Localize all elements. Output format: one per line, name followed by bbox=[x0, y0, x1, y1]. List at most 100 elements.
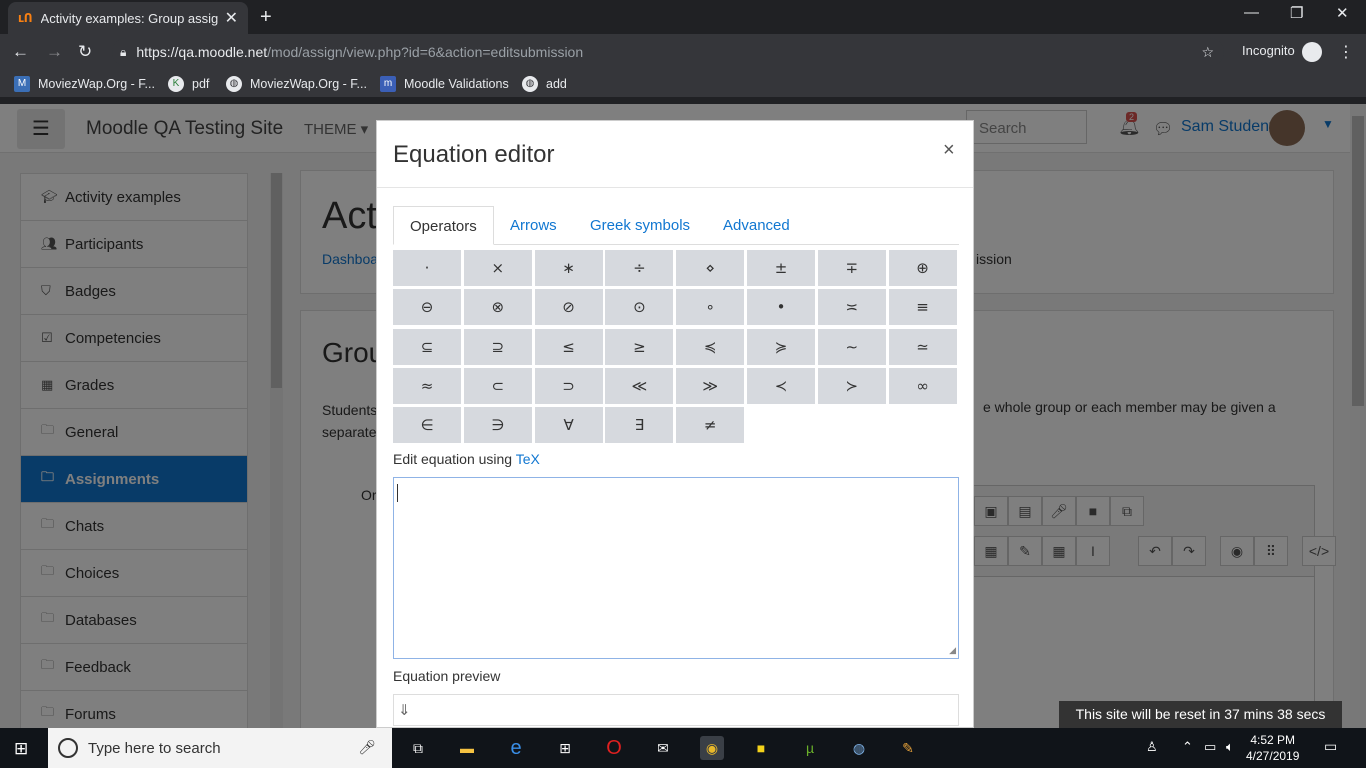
incognito-icon[interactable] bbox=[1302, 42, 1322, 62]
operator-button[interactable]: · bbox=[393, 250, 461, 286]
microphone-icon[interactable]: 🎤︎ bbox=[358, 739, 376, 756]
utorrent-icon[interactable]: µ bbox=[798, 736, 822, 760]
moviezwap-icon: M bbox=[14, 76, 30, 92]
operator-button[interactable]: ⊇ bbox=[463, 328, 532, 365]
tab-advanced[interactable]: Advanced bbox=[707, 206, 806, 245]
windows-start-icon[interactable]: ⊞ bbox=[14, 739, 28, 759]
operator-button[interactable]: ⊂ bbox=[463, 367, 532, 404]
operator-button[interactable]: ≡ bbox=[888, 289, 957, 326]
operator-button[interactable]: ÷ bbox=[605, 250, 674, 286]
globe-icon: ◍ bbox=[522, 76, 538, 92]
operator-button[interactable]: ⊙ bbox=[605, 289, 674, 326]
operator-button[interactable]: ≠ bbox=[676, 407, 745, 444]
bookmark-label: add bbox=[546, 77, 567, 91]
operator-button[interactable]: ≈ bbox=[393, 367, 461, 404]
operator-button[interactable]: ⋄ bbox=[676, 250, 745, 286]
operator-button[interactable]: ± bbox=[747, 250, 815, 286]
tray-chevron-icon[interactable]: ⌃ bbox=[1182, 739, 1193, 755]
operator-button[interactable]: ∋ bbox=[463, 407, 532, 444]
url-host: https://qa.moodle.net bbox=[136, 44, 268, 60]
moodle-favicon-icon: ւՈ bbox=[18, 11, 33, 25]
resize-handle-icon[interactable]: ◢ bbox=[949, 645, 956, 656]
operator-button[interactable]: ∼ bbox=[817, 328, 886, 365]
battery-icon[interactable]: ▭ bbox=[1204, 739, 1216, 755]
taskbar-search-input[interactable]: Type here to search 🎤︎ bbox=[48, 728, 392, 768]
operator-button[interactable]: ⊖ bbox=[393, 289, 461, 326]
tab-operators[interactable]: Operators bbox=[393, 206, 494, 245]
operator-button[interactable]: ⊆ bbox=[393, 328, 461, 365]
volume-icon[interactable]: 🔈︎ bbox=[1226, 739, 1234, 755]
operator-button[interactable]: ⊕ bbox=[888, 250, 957, 286]
minimize-icon[interactable]: — bbox=[1244, 4, 1259, 21]
bookmark-item[interactable]: ◍ MoviezWap.Org - F... bbox=[226, 76, 367, 92]
bookmark-label: pdf bbox=[192, 77, 210, 91]
tex-equation-textarea[interactable]: ◢ bbox=[393, 477, 959, 659]
operator-button[interactable]: ≥ bbox=[605, 328, 674, 365]
operator-button[interactable]: ≻ bbox=[817, 367, 886, 404]
window-close-icon[interactable]: ✕ bbox=[1336, 4, 1349, 22]
clock-date: 4/27/2019 bbox=[1246, 749, 1300, 763]
browser-menu-icon[interactable]: ⋮ bbox=[1338, 42, 1354, 62]
system-clock[interactable]: 4:52 PM 4/27/2019 bbox=[1246, 732, 1299, 764]
bookmark-label: Moodle Validations bbox=[404, 77, 509, 91]
operator-button[interactable]: ∘ bbox=[676, 289, 745, 326]
chrome-icon[interactable]: ◉ bbox=[700, 736, 724, 760]
operator-button[interactable]: ≼ bbox=[676, 328, 745, 365]
operator-button[interactable]: ≍ bbox=[817, 289, 886, 326]
operator-button[interactable]: ≪ bbox=[605, 367, 674, 404]
file-explorer-icon[interactable]: ▬ bbox=[455, 736, 479, 760]
operator-button[interactable]: ≤ bbox=[534, 328, 603, 365]
browser-tab[interactable]: ւՈ Activity examples: Group assignm ✕ bbox=[8, 2, 248, 34]
reload-icon[interactable]: ↻ bbox=[78, 42, 92, 62]
incognito-label: Incognito bbox=[1242, 43, 1295, 58]
address-bar: ← → ↻ 🔒︎ https://qa.moodle.net/mod/assig… bbox=[0, 34, 1366, 70]
app-icon[interactable]: ◍ bbox=[847, 736, 871, 760]
url-field[interactable]: 🔒︎ https://qa.moodle.net/mod/assign/view… bbox=[112, 38, 1224, 66]
operator-button[interactable]: ∓ bbox=[817, 250, 886, 286]
operator-button[interactable]: ∃ bbox=[605, 407, 674, 444]
bookmark-item[interactable]: Kpdf bbox=[168, 76, 209, 92]
tab-arrows[interactable]: Arrows bbox=[494, 206, 573, 245]
browser-tabbar: ւՈ Activity examples: Group assignm ✕ + … bbox=[0, 0, 1366, 34]
equation-editor-dialog: Equation editor × Operators Arrows Greek… bbox=[376, 120, 974, 728]
bookmark-star-icon[interactable]: ☆ bbox=[1201, 44, 1214, 61]
opera-icon[interactable]: O bbox=[602, 736, 626, 760]
operator-button[interactable]: ⊃ bbox=[534, 367, 603, 404]
operator-button[interactable]: ∈ bbox=[393, 407, 461, 444]
dialog-header: Equation editor × bbox=[377, 121, 973, 188]
operator-button[interactable]: ≃ bbox=[888, 328, 957, 365]
cortana-icon bbox=[58, 738, 78, 758]
paint-icon[interactable]: ✎ bbox=[896, 736, 920, 760]
tab-close-icon[interactable]: ✕ bbox=[225, 8, 238, 28]
operator-button[interactable]: ≫ bbox=[676, 367, 745, 404]
sticky-notes-icon[interactable]: ■ bbox=[749, 736, 773, 760]
operator-button[interactable]: ∞ bbox=[888, 367, 957, 404]
operator-button[interactable]: × bbox=[463, 250, 532, 286]
restore-icon[interactable]: ❐ bbox=[1290, 4, 1303, 22]
operator-button[interactable]: ∗ bbox=[534, 250, 603, 286]
operator-button[interactable]: ⊘ bbox=[534, 289, 603, 326]
edge-icon[interactable]: e bbox=[504, 736, 528, 760]
tex-link[interactable]: TeX bbox=[516, 451, 540, 467]
operator-button[interactable]: ≺ bbox=[747, 367, 815, 404]
operator-button[interactable]: ∀ bbox=[534, 407, 603, 444]
operator-button[interactable]: • bbox=[747, 289, 815, 326]
new-tab-icon[interactable]: + bbox=[260, 6, 272, 29]
windows-taskbar: ⊞ Type here to search 🎤︎ ⧉ ▬ e ⊞ O ✉ ◉ ■… bbox=[0, 728, 1366, 768]
mail-icon[interactable]: ✉ bbox=[651, 736, 675, 760]
bookmark-item[interactable]: m Moodle Validations bbox=[380, 76, 509, 92]
forward-icon[interactable]: → bbox=[46, 42, 63, 62]
close-icon[interactable]: × bbox=[943, 139, 955, 162]
people-icon[interactable]: ♙ bbox=[1146, 739, 1158, 755]
tab-greek-symbols[interactable]: Greek symbols bbox=[574, 206, 706, 245]
moodle-icon: m bbox=[380, 76, 396, 92]
tab-title: Activity examples: Group assignm bbox=[40, 10, 219, 26]
operator-button[interactable]: ⊗ bbox=[463, 289, 532, 326]
action-center-icon[interactable]: ▭ bbox=[1324, 738, 1337, 755]
bookmark-item[interactable]: M MoviezWap.Org - F... bbox=[14, 76, 155, 92]
task-view-icon[interactable]: ⧉ bbox=[406, 736, 430, 760]
back-icon[interactable]: ← bbox=[12, 42, 29, 62]
store-icon[interactable]: ⊞ bbox=[553, 736, 577, 760]
operator-button[interactable]: ≽ bbox=[747, 328, 815, 365]
bookmark-item[interactable]: ◍ add bbox=[522, 76, 567, 92]
